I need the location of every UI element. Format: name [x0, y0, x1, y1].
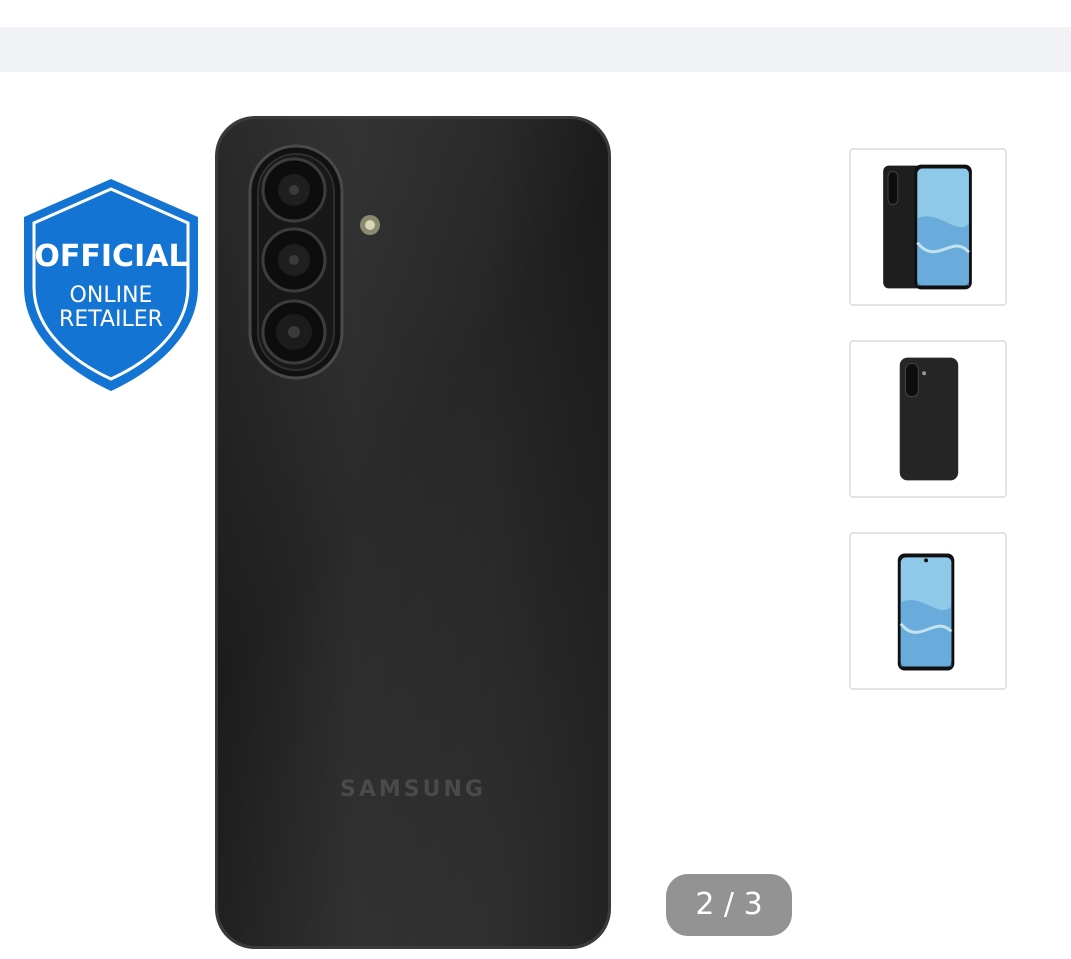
phone-back-image: SAMSUNG	[215, 116, 611, 949]
phone-front-thumbnail-icon	[897, 553, 955, 671]
badge-line-official: OFFICIAL	[34, 239, 187, 274]
camera-lens-2	[261, 227, 327, 293]
brand-logo-text: SAMSUNG	[340, 777, 486, 802]
thumbnail-1[interactable]	[849, 148, 1007, 306]
official-retailer-badge: OFFICIAL ONLINE RETAILER	[22, 177, 200, 393]
flash-icon	[360, 215, 380, 235]
slide-counter: 2 / 3	[666, 874, 792, 936]
phone-back-thumbnail-icon	[899, 357, 959, 481]
camera-lens-1	[261, 157, 327, 223]
phone-front-back-thumbnail-icon	[883, 164, 972, 290]
shield-icon: OFFICIAL ONLINE RETAILER	[24, 179, 198, 391]
thumbnail-3[interactable]	[849, 532, 1007, 690]
badge-line-online: ONLINE	[70, 283, 153, 308]
main-product-image[interactable]: SAMSUNG	[200, 110, 740, 955]
badge-line-retailer: RETAILER	[59, 307, 163, 332]
camera-lens-3	[261, 299, 327, 365]
thumbnail-2[interactable]	[849, 340, 1007, 498]
top-bar	[0, 27, 1071, 72]
